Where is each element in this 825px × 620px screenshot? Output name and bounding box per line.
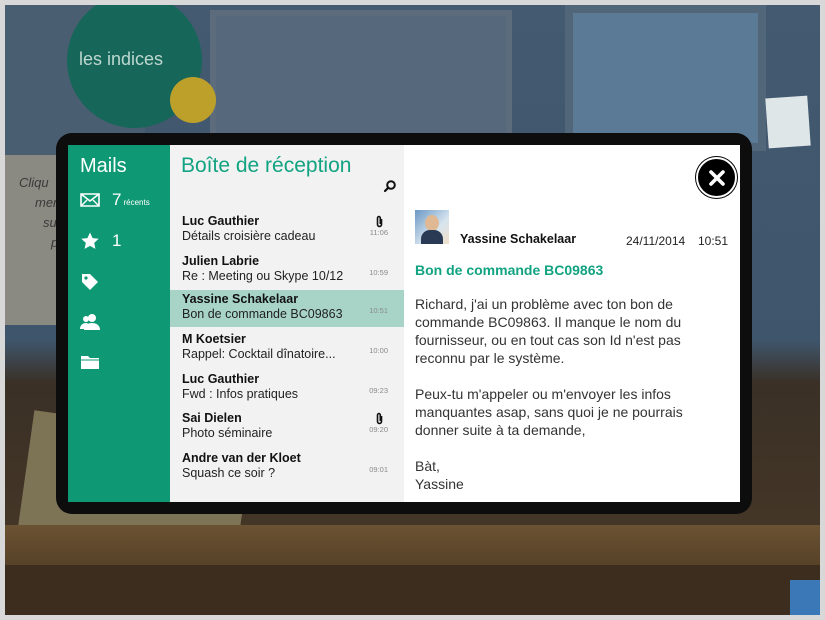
list-item-sender: Luc Gauthier xyxy=(182,214,260,228)
inbox-list: Boîte de réception Luc Gauthier Détails c… xyxy=(170,145,404,502)
inbox-count-suffix: récents xyxy=(123,197,150,207)
mail-subject: Bon de commande BC09863 xyxy=(415,262,604,278)
window xyxy=(565,5,766,151)
list-item-time: 10:00 xyxy=(369,346,388,355)
close-icon xyxy=(708,169,725,186)
mail-time: 10:51 xyxy=(698,234,729,248)
list-item-subject: Re : Meeting ou Skype 10/12 xyxy=(182,269,344,283)
close-button[interactable] xyxy=(696,157,737,198)
window xyxy=(210,10,512,147)
mail-app: Mails 7 récents 1 Boîte de réception Luc… xyxy=(68,145,740,502)
starred-count: 1 xyxy=(112,231,122,250)
list-item[interactable]: Yassine Schakelaar Bon de commande BC0986… xyxy=(170,290,404,327)
list-item-sender: M Koetsier xyxy=(182,332,246,346)
clues-badge xyxy=(170,77,216,123)
list-item-subject: Détails croisière cadeau xyxy=(182,229,316,243)
inbox-title: Boîte de réception xyxy=(181,154,352,177)
sidebar-item-starred[interactable]: 1 xyxy=(80,227,121,255)
sidebar-title: Mails xyxy=(80,155,127,177)
clues-label: les indices xyxy=(79,49,164,69)
list-item-subject: Squash ce soir ? xyxy=(182,466,276,480)
list-item-time: 09:01 xyxy=(369,465,388,474)
sidebar-item-folders[interactable] xyxy=(80,348,100,376)
list-item-sender: Yassine Schakelaar xyxy=(182,292,299,306)
desk-front xyxy=(5,565,820,615)
mail-paragraph: Bàt, Yassine xyxy=(415,458,464,492)
inbox-count: 7 xyxy=(112,190,122,209)
tablet-device: Mails 7 récents 1 Boîte de réception Luc… xyxy=(56,133,752,514)
list-item-time: 11:06 xyxy=(369,228,388,237)
sidebar-item-contacts[interactable] xyxy=(80,308,100,336)
corner-panel xyxy=(790,580,820,615)
tag-icon xyxy=(82,274,98,290)
list-item-sender: Andre van der Kloet xyxy=(182,451,301,465)
list-item-time: 09:20 xyxy=(369,425,388,434)
envelope-icon xyxy=(80,193,100,207)
hint-text: Cliqu men su p xyxy=(19,175,61,250)
list-item[interactable]: Luc Gauthier Détails croisière cadeau 11:0… xyxy=(170,212,404,249)
list-item-sender: Julien Labrie xyxy=(182,254,260,268)
pinboard[interactable] xyxy=(765,95,811,149)
list-item-time: 09:23 xyxy=(369,386,388,395)
mail-from: Yassine Schakelaar xyxy=(460,232,577,246)
contacts-icon xyxy=(80,314,100,330)
mail-date: 24/11/2014 xyxy=(626,234,686,248)
folder-icon xyxy=(81,356,99,369)
list-item[interactable]: M Koetsier Rappel: Cocktail dînatoire... 1… xyxy=(170,330,404,367)
search-icon[interactable] xyxy=(383,179,397,193)
list-item-sender: Luc Gauthier xyxy=(182,372,260,386)
sidebar-item-inbox[interactable]: 7 récents xyxy=(80,186,150,214)
avatar xyxy=(415,210,449,244)
paperclip-icon xyxy=(376,215,383,228)
mail-reader: Yassine Schakelaar 24/11/2014 10:51 Bon … xyxy=(404,145,740,502)
list-item[interactable]: Julien Labrie Re : Meeting ou Skype 10/12… xyxy=(170,252,404,289)
paperclip-icon xyxy=(376,412,383,425)
list-item-subject: Rappel: Cocktail dînatoire... xyxy=(182,347,336,361)
star-icon xyxy=(81,232,99,249)
list-item-time: 10:59 xyxy=(369,268,388,277)
mail-sidebar: Mails 7 récents 1 xyxy=(68,145,170,502)
list-item[interactable]: Luc Gauthier Fwd : Infos pratiques 09:23 xyxy=(170,370,404,407)
mail-paragraph: Richard, j'ai un problème avec ton bon d… xyxy=(415,296,682,366)
list-item-subject: Fwd : Infos pratiques xyxy=(182,387,299,401)
mail-body: Richard, j'ai un problème avec ton bon d… xyxy=(415,295,730,502)
sidebar-item-tags[interactable] xyxy=(80,268,100,296)
list-item-sender: Sai Dielen xyxy=(182,411,242,425)
list-item[interactable]: Andre van der Kloet Squash ce soir ? 09:01 xyxy=(170,449,404,486)
list-item[interactable]: Sai Dielen Photo séminaire 09:20 xyxy=(170,409,404,446)
mail-paragraph: Peux-tu m'appeler ou m'envoyer les infos… xyxy=(415,386,683,438)
list-item-time: 10:51 xyxy=(369,306,388,315)
list-item-subject: Photo séminaire xyxy=(182,426,273,440)
list-item-subject: Bon de commande BC09863 xyxy=(182,307,343,321)
